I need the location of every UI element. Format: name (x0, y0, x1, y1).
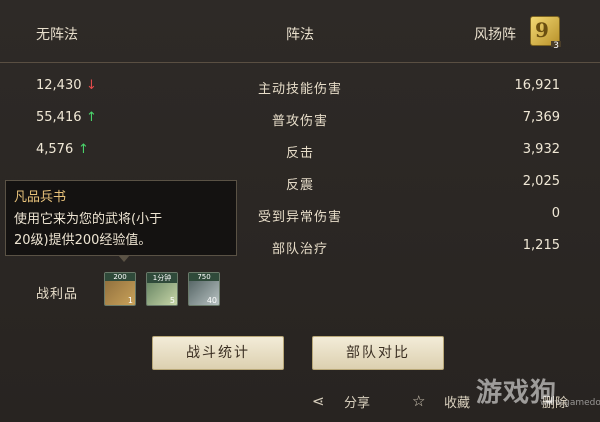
time-scroll-icon[interactable]: 1分钟 5 (146, 272, 178, 306)
star-icon[interactable]: ☆ (412, 392, 425, 410)
battle-stats-button[interactable]: 战斗统计 (152, 336, 284, 370)
troop-compare-button[interactable]: 部队对比 (312, 336, 444, 370)
stat-label: 反击 (285, 146, 314, 161)
tooltip-line: 20级)提供200经验值。 (14, 233, 152, 248)
battle-report-panel: 无阵法 阵法 风扬阵 9 3 12,430 ↓ 主动技能伤害 16,921 55… (0, 0, 600, 422)
header: 无阵法 阵法 风扬阵 9 3 (0, 0, 600, 63)
scroll-icon[interactable]: 200 1 (104, 272, 136, 306)
item-count: 1 (127, 296, 133, 305)
right-value: 7,369 (522, 110, 560, 125)
right-value: 16,921 (514, 78, 561, 93)
item-count: 40 (206, 296, 217, 305)
right-value: 2,025 (522, 174, 560, 189)
tooltip-title: 凡品兵书 (14, 190, 67, 205)
item-quantity: 1分钟 (147, 273, 177, 283)
formation-icon[interactable]: 9 3 (530, 16, 561, 51)
item-quantity: 750 (189, 273, 219, 281)
tooltip-caret (118, 255, 130, 262)
formation-glyph-icon: 9 (535, 18, 549, 42)
ore-icon[interactable]: 750 40 (188, 272, 220, 306)
right-value: 3,932 (522, 142, 560, 157)
right-value: 1,215 (522, 238, 560, 253)
watermark-url: www.gamedog.cn (540, 398, 600, 408)
share-icon[interactable]: ⋖ (312, 392, 325, 410)
stat-row-active-skill: 12,430 ↓ 主动技能伤害 16,921 (0, 70, 600, 102)
tooltip-line: 使用它来为您的武将(小于 (14, 212, 163, 227)
item-quantity: 200 (105, 273, 135, 281)
stat-row-counterattack: 4,576 ↑ 反击 3,932 (0, 134, 600, 166)
stat-label: 普攻伤害 (271, 114, 328, 129)
right-value: 0 (551, 206, 560, 221)
item-tooltip: 凡品兵书 使用它来为您的武将(小于 20级)提供200经验值。 (5, 180, 237, 262)
stat-row-normal-attack: 55,416 ↑ 普攻伤害 7,369 (0, 102, 600, 134)
share-button[interactable]: 分享 (344, 392, 370, 411)
stat-label: 主动技能伤害 (257, 82, 342, 97)
formation-level-badge: 3 (551, 41, 561, 51)
favorite-button[interactable]: 收藏 (444, 392, 470, 411)
formation-name: 风扬阵 (474, 27, 516, 43)
item-count: 5 (169, 296, 175, 305)
spoils-label: 战利品 (36, 287, 79, 302)
